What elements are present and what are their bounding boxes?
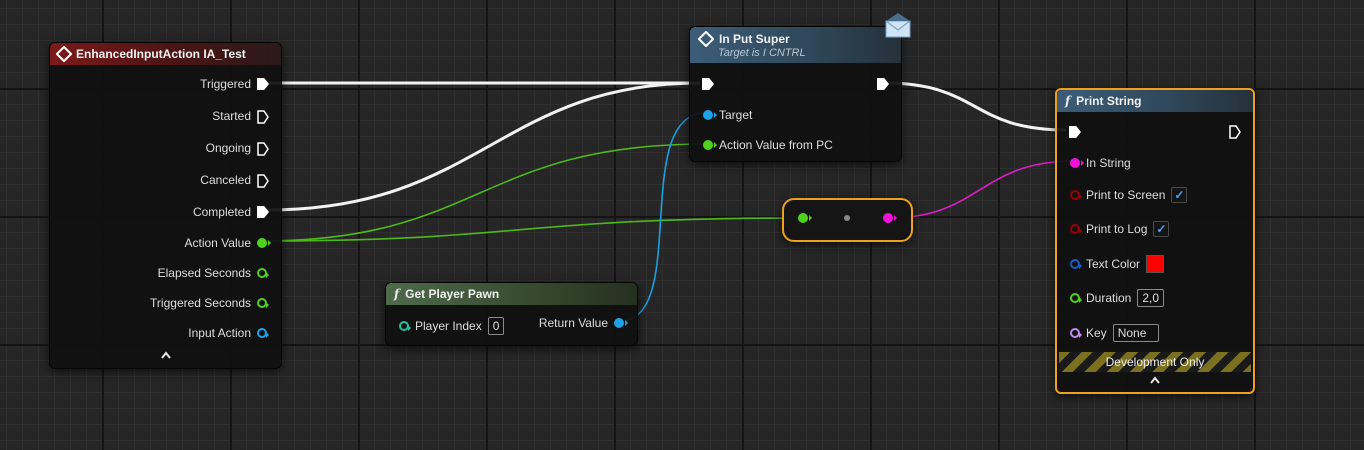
float-pin-hollow-icon[interactable]: [257, 268, 269, 278]
event-node-header[interactable]: EnhancedInputAction IA_Test: [50, 43, 281, 65]
pin-label: Print to Screen: [1086, 188, 1166, 202]
pin-label: Ongoing: [205, 141, 251, 155]
key-field[interactable]: None: [1112, 324, 1159, 342]
get-player-pawn-header[interactable]: f Get Player Pawn: [386, 283, 637, 305]
interface-message-node[interactable]: In Put Super Target is I CNTRL Target Ac…: [689, 26, 902, 162]
pin-row-print-to-log[interactable]: Print to Log ✓: [1070, 221, 1170, 237]
pin-label: Duration: [1086, 291, 1132, 305]
event-node-title: EnhancedInputAction IA_Test: [76, 47, 246, 61]
exec-pin-hollow-icon[interactable]: [257, 174, 269, 188]
pin-row-in-string[interactable]: In String: [1070, 156, 1131, 170]
pin-label: Text Color: [1086, 257, 1141, 271]
string-pin-filled-icon[interactable]: [1070, 158, 1084, 168]
function-diamond-icon: [697, 30, 715, 47]
exec-wire-to-print: [883, 81, 1067, 132]
print-string-node[interactable]: f Print String In String Print to Screen…: [1055, 88, 1255, 394]
pin-row-triggered[interactable]: Triggered: [200, 77, 269, 91]
name-pin-hollow-icon[interactable]: [1070, 328, 1082, 338]
interface-node-title: In Put Super: [719, 31, 790, 46]
vector-wire-to-interface: [261, 143, 707, 242]
development-only-banner: Development Only: [1059, 352, 1251, 372]
exec-in-pin-icon[interactable]: [1069, 126, 1081, 138]
pin-row-triggered-seconds[interactable]: Triggered Seconds: [150, 296, 269, 310]
pin-label: Started: [212, 109, 251, 123]
vector-pin-filled-icon[interactable]: [703, 140, 717, 150]
get-player-pawn-title: Get Player Pawn: [405, 287, 500, 301]
print-string-title: Print String: [1076, 94, 1142, 108]
interface-node-header[interactable]: In Put Super Target is I CNTRL: [690, 27, 901, 63]
float-pin-hollow-icon[interactable]: [1070, 293, 1082, 303]
exec-wire-completed: [266, 81, 701, 212]
exec-in-pin-icon[interactable]: [702, 78, 714, 90]
duration-field[interactable]: 2,0: [1137, 289, 1165, 307]
print-to-screen-checkbox[interactable]: ✓: [1171, 187, 1188, 203]
pin-label: Print to Log: [1086, 222, 1148, 236]
exec-pin-hollow-icon[interactable]: [257, 110, 269, 124]
pin-row-started[interactable]: Started: [212, 109, 269, 124]
player-index-field[interactable]: 0: [487, 317, 505, 335]
bool-pin-hollow-icon[interactable]: [1070, 190, 1082, 200]
event-node-ia-test[interactable]: EnhancedInputAction IA_Test Triggered St…: [49, 42, 282, 369]
function-f-icon: f: [394, 287, 400, 301]
pin-label: Action Value: [184, 236, 252, 250]
chevron-up-icon[interactable]: [1057, 374, 1253, 388]
exec-pin-filled-icon[interactable]: [257, 206, 269, 218]
pin-row-key[interactable]: Key None: [1070, 324, 1159, 342]
vector-pin-filled-icon[interactable]: [257, 238, 271, 248]
vector-input-pin-icon[interactable]: [798, 213, 812, 223]
text-color-swatch[interactable]: [1146, 255, 1165, 273]
pin-row-elapsed-seconds[interactable]: Elapsed Seconds: [157, 266, 269, 280]
pin-label: Action Value from PC: [719, 138, 833, 152]
pin-row-return-value[interactable]: Return Value: [538, 316, 628, 330]
color-pin-hollow-icon[interactable]: [1070, 259, 1082, 269]
exec-pin-filled-icon[interactable]: [257, 78, 269, 90]
object-pin-hollow-icon[interactable]: [257, 328, 269, 338]
conversion-dot-icon: [844, 215, 850, 221]
print-to-log-checkbox[interactable]: ✓: [1153, 221, 1170, 237]
pin-row-action-value-from-pc[interactable]: Action Value from PC: [703, 138, 833, 152]
pin-label: Completed: [192, 205, 251, 219]
pin-row-target[interactable]: Target: [703, 108, 752, 122]
exec-pin-hollow-icon[interactable]: [257, 142, 269, 156]
pin-label: Canceled: [200, 173, 251, 187]
chevron-up-icon[interactable]: [50, 349, 281, 363]
pin-row-text-color[interactable]: Text Color: [1070, 255, 1165, 273]
string-wire-to-instring: [888, 160, 1075, 219]
vector-wire-to-conversion: [261, 217, 801, 242]
exec-out-pin-hollow-icon[interactable]: [1229, 125, 1241, 139]
pin-label: Elapsed Seconds: [157, 266, 251, 280]
bool-pin-hollow-icon[interactable]: [1070, 224, 1082, 234]
get-player-pawn-node[interactable]: f Get Player Pawn Player Index 0 Return …: [385, 282, 638, 346]
pin-row-completed[interactable]: Completed: [193, 205, 269, 219]
pin-label: Key: [1086, 326, 1107, 340]
object-pin-filled-icon[interactable]: [703, 110, 717, 120]
pin-label: Triggered Seconds: [150, 296, 251, 310]
event-diamond-icon: [55, 45, 73, 63]
pin-label: Player Index: [415, 319, 482, 333]
float-pin-hollow-icon[interactable]: [257, 298, 269, 308]
pin-row-input-action[interactable]: Input Action: [188, 326, 269, 340]
int-pin-hollow-icon[interactable]: [399, 321, 411, 331]
pin-row-player-index[interactable]: Player Index 0: [399, 317, 505, 335]
string-output-pin-icon[interactable]: [883, 213, 897, 223]
pin-row-duration[interactable]: Duration 2,0: [1070, 289, 1165, 307]
interface-node-subtitle: Target is I CNTRL: [718, 46, 806, 59]
pin-label: Triggered: [200, 77, 251, 91]
pin-row-print-to-screen[interactable]: Print to Screen ✓: [1070, 187, 1188, 203]
pin-row-action-value[interactable]: Action Value: [184, 236, 271, 250]
envelope-icon: [885, 13, 911, 38]
print-string-header[interactable]: f Print String: [1057, 90, 1253, 112]
pin-label: Input Action: [188, 326, 251, 340]
pin-row-canceled[interactable]: Canceled: [200, 173, 269, 188]
function-f-icon: f: [1065, 94, 1071, 108]
pin-label: Return Value: [538, 316, 608, 330]
development-only-label: Development Only: [1105, 355, 1205, 369]
pin-label: Target: [719, 108, 753, 122]
conversion-node[interactable]: [782, 198, 913, 242]
object-pin-filled-icon[interactable]: [614, 318, 628, 328]
pin-label: In String: [1086, 156, 1131, 170]
exec-out-pin-icon[interactable]: [877, 78, 889, 90]
pin-row-ongoing[interactable]: Ongoing: [205, 141, 269, 156]
